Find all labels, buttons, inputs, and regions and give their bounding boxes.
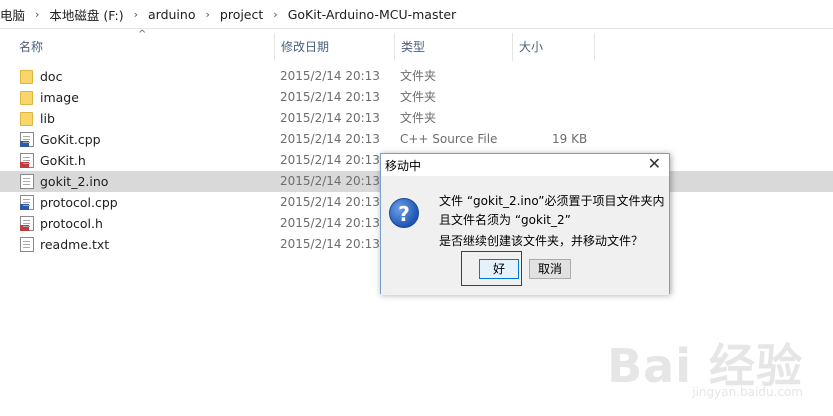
file-name: protocol.cpp bbox=[40, 195, 118, 210]
column-header-name[interactable]: 名称 bbox=[13, 33, 275, 61]
text-file-icon bbox=[20, 237, 34, 252]
file-name: protocol.h bbox=[40, 216, 103, 231]
dialog-titlebar[interactable]: 移动中 ✕ bbox=[381, 154, 669, 176]
file-date: 2015/2/14 20:13 bbox=[280, 153, 380, 167]
file-name: lib bbox=[40, 111, 55, 126]
folder-icon bbox=[20, 112, 33, 126]
file-name: gokit_2.ino bbox=[40, 174, 109, 189]
dialog-body: ? 文件 “gokit_2.ino”必须置于项目文件夹内 且文件名须为 “gok… bbox=[381, 176, 669, 295]
watermark-url: jingyan.baidu.com bbox=[692, 385, 803, 399]
breadcrumb-item-arduino[interactable]: arduino bbox=[142, 7, 201, 22]
chevron-right-icon: › bbox=[205, 7, 210, 21]
text-file-icon bbox=[20, 174, 34, 189]
dialog-message-line2: 且文件名须为 “gokit_2” bbox=[439, 213, 571, 227]
cpp-file-icon bbox=[20, 132, 34, 147]
file-name: doc bbox=[40, 69, 63, 84]
chevron-right-icon: › bbox=[273, 7, 278, 21]
folder-icon bbox=[20, 91, 33, 105]
list-item[interactable]: GoKit.cpp 2015/2/14 20:13 C++ Source Fil… bbox=[0, 129, 833, 150]
breadcrumb-item-project[interactable]: project bbox=[214, 7, 269, 22]
cancel-button[interactable]: 取消 bbox=[529, 259, 571, 279]
list-item[interactable]: image 2015/2/14 20:13 文件夹 bbox=[0, 87, 833, 108]
breadcrumb-item-drive[interactable]: 本地磁盘 (F:) bbox=[43, 5, 129, 24]
dialog-message-line1: 文件 “gokit_2.ino”必须置于项目文件夹内 bbox=[439, 194, 665, 208]
file-size: 19 KB bbox=[552, 132, 588, 146]
list-item[interactable]: doc 2015/2/14 20:13 文件夹 bbox=[0, 66, 833, 87]
column-header-size[interactable]: 大小 bbox=[513, 33, 595, 61]
file-name: readme.txt bbox=[40, 237, 110, 252]
file-name: image bbox=[40, 90, 79, 105]
file-date: 2015/2/14 20:13 bbox=[280, 195, 380, 209]
move-dialog: 移动中 ✕ ? 文件 “gokit_2.ino”必须置于项目文件夹内 且文件名须… bbox=[380, 153, 670, 295]
file-type: 文件夹 bbox=[400, 69, 437, 83]
chevron-right-icon: › bbox=[35, 7, 40, 21]
highlight-annotation bbox=[461, 251, 522, 286]
file-date: 2015/2/14 20:13 bbox=[280, 216, 380, 230]
file-date: 2015/2/14 20:13 bbox=[280, 69, 380, 83]
file-type: C++ Source File bbox=[400, 132, 498, 146]
chevron-right-icon: › bbox=[133, 7, 138, 21]
file-name: GoKit.h bbox=[40, 153, 86, 168]
file-type: 文件夹 bbox=[400, 90, 437, 104]
breadcrumb-item-this-pc[interactable]: 电脑 bbox=[0, 5, 31, 24]
cpp-file-icon bbox=[20, 195, 34, 210]
column-header-date[interactable]: 修改日期 bbox=[275, 33, 395, 61]
file-date: 2015/2/14 20:13 bbox=[280, 132, 380, 146]
file-name: GoKit.cpp bbox=[40, 132, 101, 147]
question-icon: ? bbox=[389, 198, 419, 228]
dialog-message-line3: 是否继续创建该文件夹，并移动文件？ bbox=[439, 234, 644, 248]
folder-icon bbox=[20, 70, 33, 84]
header-file-icon bbox=[20, 216, 34, 231]
breadcrumb-item-gokit[interactable]: GoKit-Arduino-MCU-master bbox=[282, 7, 463, 22]
file-date: 2015/2/14 20:13 bbox=[280, 111, 380, 125]
file-type: 文件夹 bbox=[400, 111, 437, 125]
column-headers: ^ 名称 修改日期 类型 大小 bbox=[0, 29, 833, 61]
file-date: 2015/2/14 20:13 bbox=[280, 90, 380, 104]
list-item[interactable]: lib 2015/2/14 20:13 文件夹 bbox=[0, 108, 833, 129]
close-icon[interactable]: ✕ bbox=[648, 155, 661, 173]
file-date: 2015/2/14 20:13 bbox=[280, 174, 380, 188]
dialog-title: 移动中 bbox=[385, 159, 422, 173]
file-date: 2015/2/14 20:13 bbox=[280, 237, 380, 251]
column-header-type[interactable]: 类型 bbox=[395, 33, 513, 61]
header-file-icon bbox=[20, 153, 34, 168]
breadcrumb: 电脑 › 本地磁盘 (F:) › arduino › project › GoK… bbox=[0, 0, 833, 29]
